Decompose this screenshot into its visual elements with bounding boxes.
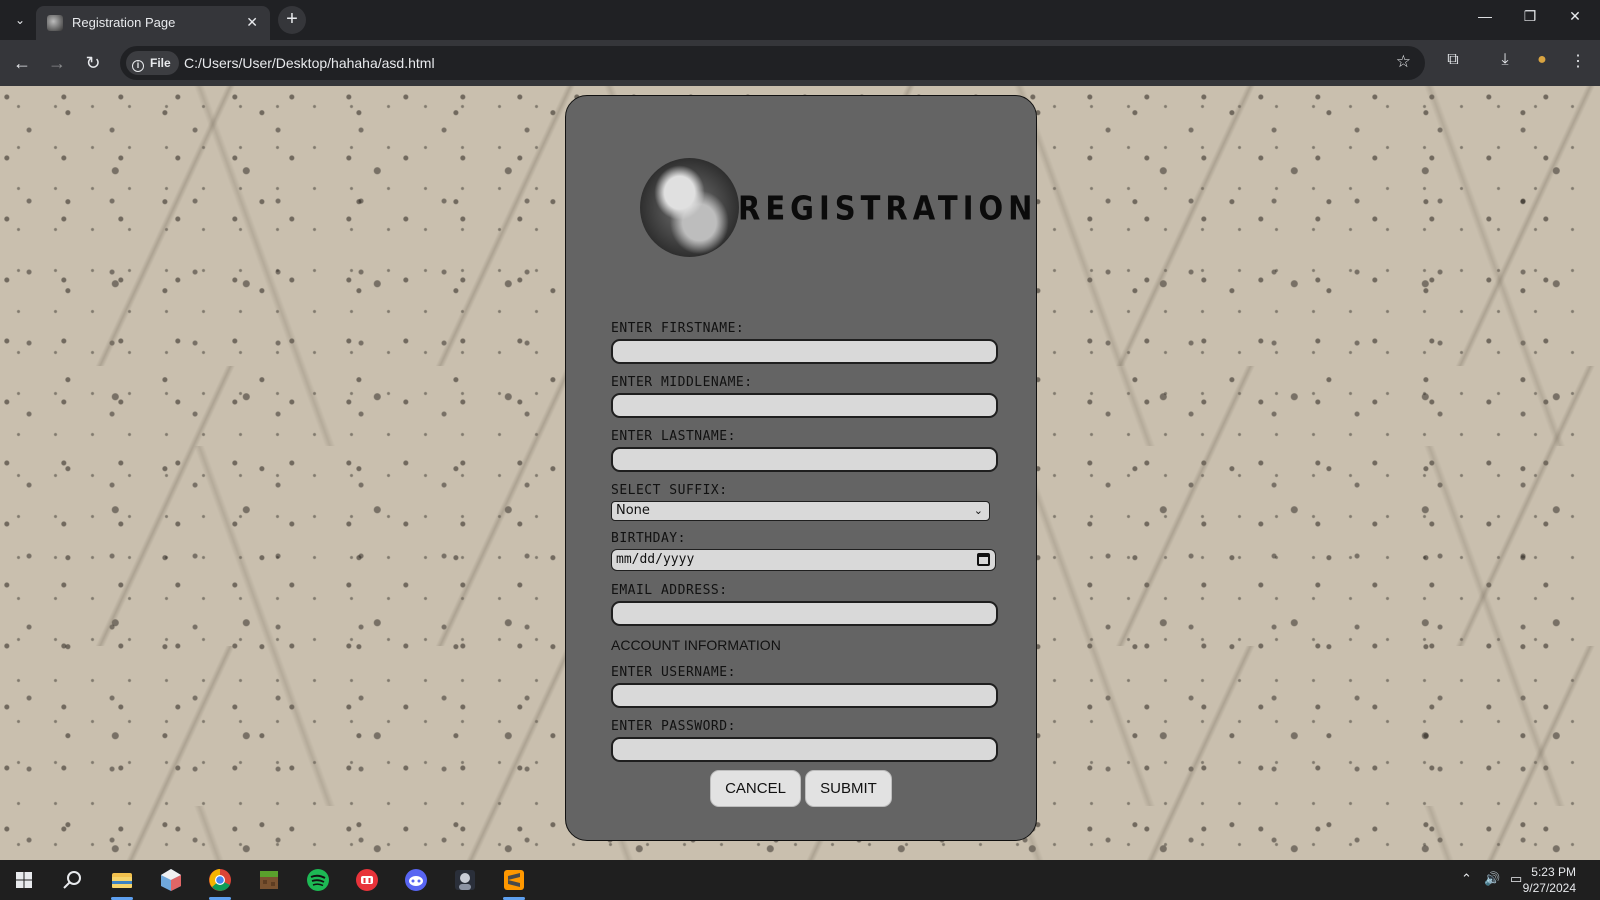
email-input[interactable]	[611, 601, 998, 626]
browser-tab-bar: ⌄ Registration Page ✕ + — ❐ ✕	[0, 0, 1600, 40]
calendar-icon[interactable]	[977, 553, 990, 566]
address-bar[interactable]: i File C:/Users/User/Desktop/hahaha/asd.h…	[120, 46, 1425, 80]
file-explorer-icon[interactable]	[106, 864, 138, 900]
username-input[interactable]	[611, 683, 998, 708]
lastname-label: ENTER LASTNAME:	[611, 429, 736, 444]
extensions-icon[interactable]: ⧉	[1441, 51, 1465, 69]
tab-registration-page[interactable]: Registration Page ✕	[36, 6, 270, 40]
middlename-input[interactable]	[611, 393, 998, 418]
username-label: ENTER USERNAME:	[611, 665, 736, 680]
brand-header: REGISTRATION	[640, 158, 1032, 258]
windows-start-icon[interactable]	[8, 864, 40, 896]
forward-arrow-icon[interactable]: →	[45, 51, 69, 75]
logo-avatar-image	[640, 158, 739, 257]
tray-chevron-up-icon[interactable]: ⌃	[1461, 871, 1472, 887]
birthday-placeholder: mm/dd/yyyy	[616, 552, 695, 567]
clock-time: 5:23 PM	[1531, 865, 1576, 879]
spotify-icon[interactable]	[302, 864, 334, 896]
system-clock[interactable]: 5:23 PM 9/27/2024	[1523, 864, 1576, 896]
registration-card: REGISTRATION ENTER FIRSTNAME: ENTER MIDD…	[565, 95, 1037, 841]
app-red-icon[interactable]	[351, 864, 383, 896]
minimize-icon[interactable]: —	[1470, 8, 1500, 24]
firstname-label: ENTER FIRSTNAME:	[611, 321, 745, 336]
browser-toolbar: ← → ↻ i File C:/Users/User/Desktop/hahaha…	[0, 40, 1600, 86]
restore-icon[interactable]: ❐	[1515, 8, 1545, 25]
site-chip-label: File	[150, 56, 171, 70]
discord-icon[interactable]	[400, 864, 432, 896]
password-label: ENTER PASSWORD:	[611, 719, 736, 734]
tab-close-icon[interactable]: ✕	[246, 14, 258, 31]
profile-avatar-icon[interactable]: ●	[1530, 51, 1554, 69]
windows-taskbar: ⌃ 🔊 ▭ 5:23 PM 9/27/2024	[0, 860, 1600, 900]
downloads-icon[interactable]: ⤓	[1493, 51, 1517, 69]
volume-icon[interactable]: 🔊	[1484, 871, 1500, 887]
app-cube-icon[interactable]	[155, 864, 187, 896]
new-tab-button[interactable]: +	[278, 6, 306, 34]
chrome-icon[interactable]	[204, 864, 236, 900]
password-input[interactable]	[611, 737, 998, 762]
suffix-selected-value: None	[616, 503, 650, 518]
page-viewport: REGISTRATION ENTER FIRSTNAME: ENTER MIDD…	[0, 86, 1600, 860]
suffix-label: SELECT SUFFIX:	[611, 483, 728, 498]
submit-button[interactable]: SUBMIT	[805, 770, 892, 807]
app-portrait-icon[interactable]	[449, 864, 481, 896]
birthday-label: BIRTHDAY:	[611, 531, 686, 546]
info-icon: i	[132, 60, 144, 72]
url-text[interactable]: C:/Users/User/Desktop/hahaha/asd.html	[184, 55, 435, 71]
sublime-text-icon[interactable]	[498, 864, 530, 900]
email-label: EMAIL ADDRESS:	[611, 583, 728, 598]
window-close-icon[interactable]: ✕	[1560, 8, 1590, 25]
clock-date: 9/27/2024	[1522, 881, 1576, 895]
tab-title: Registration Page	[72, 15, 176, 30]
suffix-select[interactable]: None ⌄	[611, 501, 990, 521]
cancel-button[interactable]: CANCEL	[710, 770, 801, 807]
back-arrow-icon[interactable]: ←	[10, 51, 34, 75]
site-info-chip[interactable]: i File	[126, 51, 179, 75]
tab-favicon-icon	[47, 15, 63, 31]
minecraft-icon[interactable]	[253, 864, 285, 896]
bookmark-star-icon[interactable]: ☆	[1396, 52, 1411, 72]
middlename-label: ENTER MIDDLENAME:	[611, 375, 753, 390]
taskbar-search-icon[interactable]	[56, 864, 88, 896]
page-title: REGISTRATION	[738, 188, 1038, 228]
account-information-heading: ACCOUNT INFORMATION	[611, 637, 781, 653]
network-icon[interactable]: ▭	[1510, 871, 1522, 887]
chevron-down-icon: ⌄	[973, 504, 983, 517]
tab-list-chevron-icon[interactable]: ⌄	[10, 10, 30, 30]
browser-menu-icon[interactable]: ⋮	[1566, 51, 1590, 71]
reload-icon[interactable]: ↻	[81, 51, 105, 75]
firstname-input[interactable]	[611, 339, 998, 364]
birthday-date-input[interactable]: mm/dd/yyyy	[611, 549, 996, 571]
lastname-input[interactable]	[611, 447, 998, 472]
